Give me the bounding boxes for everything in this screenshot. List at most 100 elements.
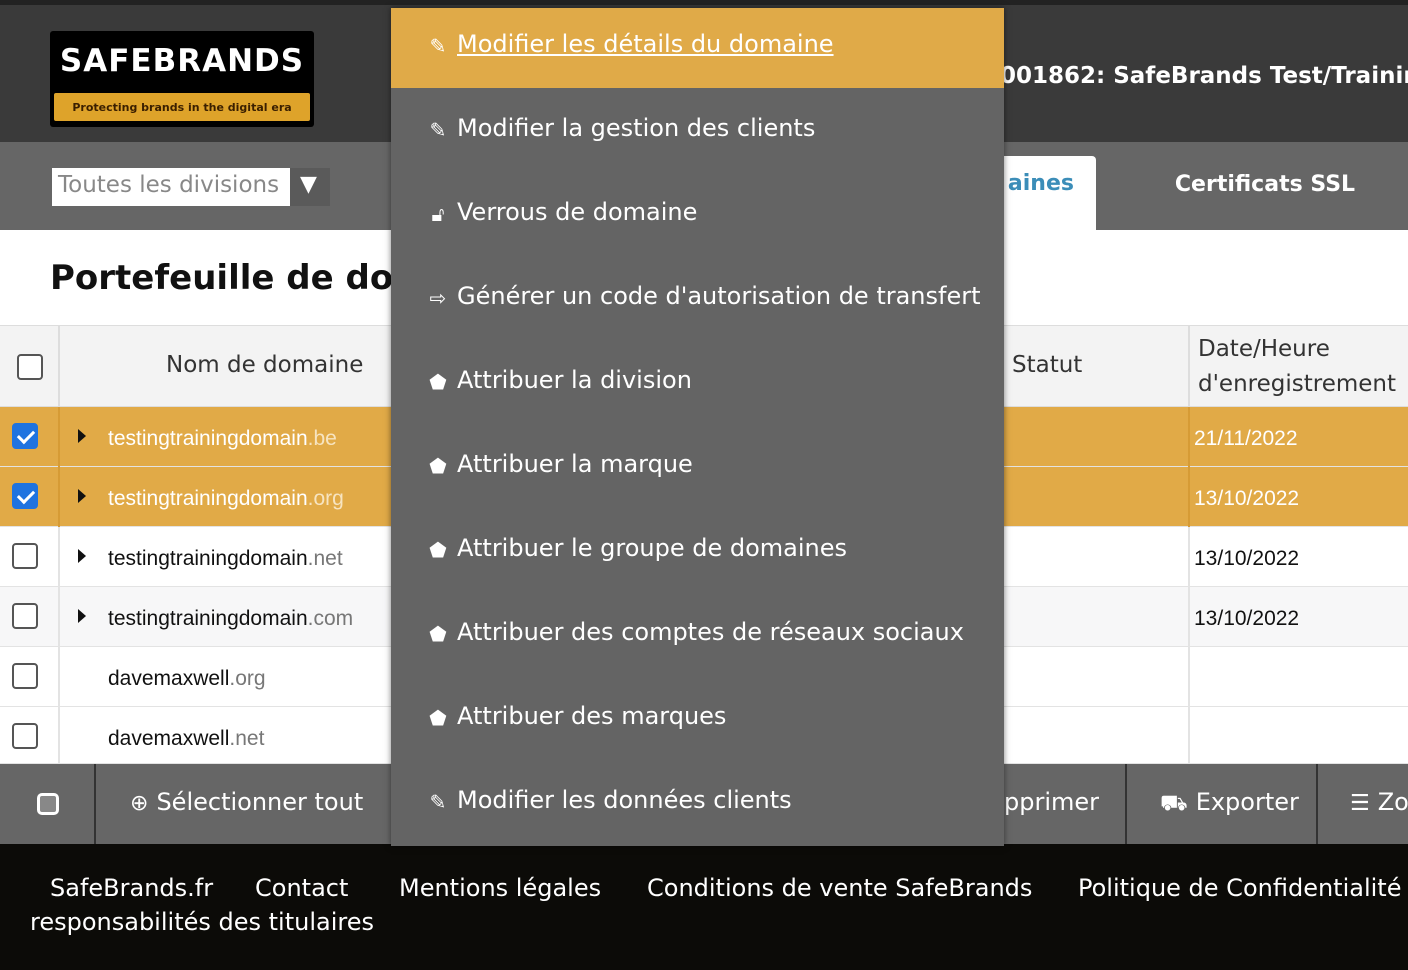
menu-item-attribuer-reseaux[interactable]: ⬟ Attribuer des comptes de réseaux socia… [391, 596, 1004, 676]
safebrands-logo[interactable]: SAFEBRANDS Protecting brands in the digi… [50, 31, 314, 127]
menu-item-donnees-clients[interactable]: ✎ Modifier les données clients [391, 764, 1004, 844]
column-divider [58, 647, 60, 707]
column-header-date-line2: d'enregistrement [1198, 371, 1396, 397]
footer-link-mentions-legales[interactable]: Mentions légales [399, 874, 601, 902]
column-divider [58, 707, 60, 767]
truck-icon: ⛟ [1160, 791, 1188, 816]
domain-name[interactable]: davemaxwell.org [108, 667, 266, 691]
footer-link-confidentialite[interactable]: Politique de Confidentialité [1078, 874, 1401, 902]
division-select[interactable]: Toutes les divisions ▼ [52, 168, 330, 206]
tag-icon: ⬟ [429, 538, 447, 562]
expand-caret-icon[interactable] [78, 429, 86, 443]
domain-tld: .be [307, 427, 337, 450]
zone-button[interactable]: ☰ Zo [1350, 788, 1408, 816]
select-all-label: Sélectionner tout [156, 788, 364, 816]
footer-link-safebrands[interactable]: SafeBrands.fr [50, 874, 213, 902]
tag-icon: ⬟ [429, 622, 447, 646]
domain-name[interactable]: davemaxwell.net [108, 727, 264, 751]
domain-name[interactable]: testingtrainingdomain.be [108, 427, 337, 451]
toggle-selection-icon[interactable] [37, 793, 59, 815]
column-header-name[interactable]: Nom de domaine [166, 352, 363, 378]
row-checkbox[interactable] [12, 723, 38, 749]
domain-base: testingtrainingdomain [108, 427, 308, 450]
column-divider [1188, 467, 1190, 527]
logo-tagline: Protecting brands in the digital era [72, 101, 292, 114]
menu-item-label: Générer un code d'autorisation de transf… [457, 282, 981, 310]
column-divider [58, 587, 60, 647]
delete-button[interactable]: pprimer [1004, 788, 1099, 816]
menu-item-modifier-details[interactable]: ✎ Modifier les détails du domaine [391, 8, 1004, 88]
registration-date: 13/10/2022 [1194, 547, 1300, 570]
row-checkbox[interactable] [12, 603, 38, 629]
domain-base: davemaxwell [108, 727, 230, 750]
logo-text: SAFEBRANDS [59, 43, 305, 79]
expand-caret-icon[interactable] [78, 549, 86, 563]
select-all-button[interactable]: ⊕ Sélectionner tout [130, 788, 363, 816]
select-all-checkbox[interactable] [17, 354, 43, 380]
column-divider [1188, 407, 1190, 467]
menu-item-code-transfert[interactable]: ⇨ Générer un code d'autorisation de tran… [391, 260, 1004, 340]
lock-icon: 🔓︎ [431, 202, 445, 226]
menu-item-attribuer-groupe[interactable]: ⬟ Attribuer le groupe de domaines [391, 512, 1004, 592]
menu-item-label: Attribuer le groupe de domaines [457, 534, 847, 562]
menu-item-attribuer-marque[interactable]: ⬟ Attribuer la marque [391, 428, 1004, 508]
domain-name[interactable]: testingtrainingdomain.com [108, 607, 353, 631]
export-label: Exporter [1195, 788, 1299, 816]
row-checkbox[interactable] [12, 663, 38, 689]
row-checkbox[interactable] [12, 543, 38, 569]
column-divider [1188, 326, 1190, 408]
column-header-date-line1: Date/Heure [1198, 336, 1330, 362]
domain-tld: .org [229, 667, 266, 690]
list-icon: ☰ [1350, 791, 1370, 816]
site-footer: SafeBrands.fr Contact Mentions légales C… [0, 844, 1408, 970]
footer-link-conditions-vente[interactable]: Conditions de vente SafeBrands [647, 874, 1032, 902]
tag-icon: ⬟ [429, 706, 447, 730]
row-checkbox[interactable] [12, 483, 38, 509]
menu-item-label: Modifier la gestion des clients [457, 114, 816, 142]
registration-date: 21/11/2022 [1194, 427, 1298, 450]
division-select-value[interactable]: Toutes les divisions [52, 168, 290, 206]
pencil-icon: ✎ [429, 790, 447, 814]
zone-label: Zo [1377, 788, 1408, 816]
plus-circle-icon: ⊕ [130, 791, 149, 816]
footer-link-responsabilites[interactable]: responsabilités des titulaires [30, 908, 374, 936]
tab-certificats-ssl[interactable]: Certificats SSL [1140, 172, 1390, 197]
account-name[interactable]: 001862: SafeBrands Test/Training [1000, 63, 1408, 89]
menu-item-label: Attribuer des marques [457, 702, 727, 730]
menu-item-label: Modifier les détails du domaine [457, 30, 834, 58]
column-header-status[interactable]: Statut [1012, 352, 1082, 378]
footer-link-contact[interactable]: Contact [255, 874, 348, 902]
menu-item-gestion-clients[interactable]: ✎ Modifier la gestion des clients [391, 92, 1004, 172]
tag-icon: ⬟ [429, 370, 447, 394]
export-button[interactable]: ⛟ Exporter [1160, 788, 1299, 819]
column-divider [58, 527, 60, 587]
action-divider [1125, 764, 1127, 844]
expand-caret-icon[interactable] [78, 609, 86, 623]
sign-out-icon: ⇨ [429, 286, 447, 310]
pencil-icon: ✎ [429, 34, 447, 58]
menu-item-verrous[interactable]: 🔓︎ Verrous de domaine [391, 176, 1004, 256]
column-divider [1188, 527, 1190, 587]
column-divider [1188, 707, 1190, 767]
column-divider [1188, 587, 1190, 647]
row-checkbox[interactable] [12, 423, 38, 449]
menu-item-label: Modifier les données clients [457, 786, 792, 814]
column-divider [1188, 647, 1190, 707]
menu-item-label: Verrous de domaine [457, 198, 698, 226]
menu-item-label: Attribuer la division [457, 366, 692, 394]
column-divider [58, 467, 60, 527]
menu-item-attribuer-division[interactable]: ⬟ Attribuer la division [391, 344, 1004, 424]
column-divider [58, 407, 60, 467]
menu-item-label: Attribuer la marque [457, 450, 693, 478]
domain-name[interactable]: testingtrainingdomain.org [108, 487, 344, 511]
chevron-down-icon[interactable]: ▼ [300, 172, 317, 197]
menu-item-attribuer-marques[interactable]: ⬟ Attribuer des marques [391, 680, 1004, 760]
column-divider [58, 326, 60, 408]
domain-name[interactable]: testingtrainingdomain.net [108, 547, 343, 571]
domain-actions-menu: ✎ Modifier les détails du domaine ✎ Modi… [391, 8, 1004, 846]
tag-icon: ⬟ [429, 454, 447, 478]
column-header-date[interactable]: Date/Heure d'enregistrement [1198, 332, 1396, 402]
domain-tld: .com [307, 607, 354, 630]
domain-tld: .org [307, 487, 344, 510]
expand-caret-icon[interactable] [78, 489, 86, 503]
